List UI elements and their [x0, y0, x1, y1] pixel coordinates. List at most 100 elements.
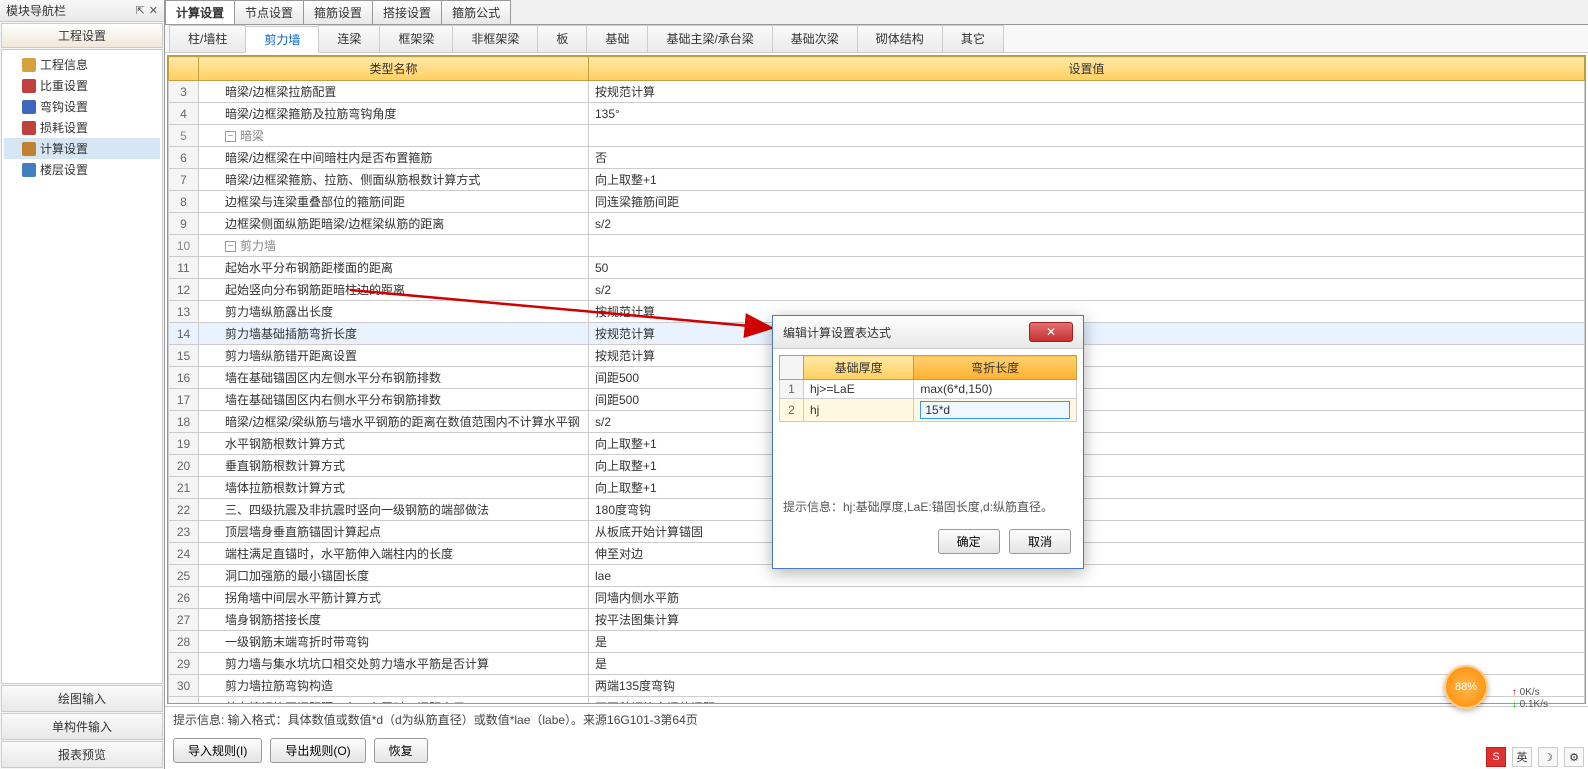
tab-sub-2[interactable]: 连梁: [318, 25, 380, 52]
row-value[interactable]: 按规范计算: [589, 301, 1585, 323]
row-value[interactable]: 不同种钢筋之间的间距: [589, 697, 1585, 705]
tab-top-1[interactable]: 节点设置: [234, 0, 304, 24]
grid-row-3[interactable]: 3暗梁/边框梁拉筋配置按规范计算: [169, 81, 1585, 103]
row-name[interactable]: 端柱满足直锚时，水平筋伸入端柱内的长度: [199, 543, 589, 565]
tree-item-0[interactable]: 工程信息: [4, 54, 160, 75]
bend-input[interactable]: 15*d: [920, 401, 1070, 419]
action-btn-1[interactable]: 导出规则(O): [270, 738, 365, 763]
sidebar-section-header[interactable]: 工程设置: [1, 23, 163, 48]
row-value[interactable]: s/2: [589, 411, 1585, 433]
row-name[interactable]: 暗梁/边框梁箍筋及拉筋弯钩角度: [199, 103, 589, 125]
row-name[interactable]: 边框梁与连梁重叠部位的箍筋间距: [199, 191, 589, 213]
tree-item-3[interactable]: 损耗设置: [4, 117, 160, 138]
tray-item-0[interactable]: S: [1486, 747, 1506, 767]
tray-item-1[interactable]: 英: [1512, 747, 1532, 767]
row-name[interactable]: 一级钢筋末端弯折时带弯钩: [199, 631, 589, 653]
grid-header-value[interactable]: 设置值: [589, 57, 1585, 81]
mini-grid-header-bend[interactable]: 弯折长度: [914, 356, 1077, 380]
sidebar-close-icon[interactable]: ✕: [149, 4, 158, 17]
row-name[interactable]: 剪力墙纵筋露出长度: [199, 301, 589, 323]
row-name[interactable]: 三、四级抗震及非抗震时竖向一级钢筋的端部做法: [199, 499, 589, 521]
grid-row-27[interactable]: 27墙身钢筋搭接长度按平法图集计算: [169, 609, 1585, 631]
row-value[interactable]: [589, 235, 1585, 257]
row-name[interactable]: 暗梁/边框梁箍筋、拉筋、侧面纵筋根数计算方式: [199, 169, 589, 191]
tab-top-0[interactable]: 计算设置: [165, 0, 235, 24]
grid-row-26[interactable]: 26拐角墙中间层水平筋计算方式同墙内侧水平筋: [169, 587, 1585, 609]
tree-item-4[interactable]: 计算设置: [4, 138, 160, 159]
row-value[interactable]: 同连梁箍筋间距: [589, 191, 1585, 213]
grid-row-10[interactable]: 10−剪力墙: [169, 235, 1585, 257]
row-name[interactable]: 洞口加强筋的最小锚固长度: [199, 565, 589, 587]
tab-sub-6[interactable]: 基础: [586, 25, 648, 52]
row-name[interactable]: 墙体拉筋根数计算方式: [199, 477, 589, 499]
grid-row-4[interactable]: 4暗梁/边框梁箍筋及拉筋弯钩角度135°: [169, 103, 1585, 125]
row-value[interactable]: 135°: [589, 103, 1585, 125]
row-name[interactable]: 墙在基础锚固区内右侧水平分布钢筋排数: [199, 389, 589, 411]
row-name[interactable]: 剪力墙基础插筋弯折长度: [199, 323, 589, 345]
row-value[interactable]: 向上取整+1: [589, 433, 1585, 455]
action-btn-0[interactable]: 导入规则(I): [173, 738, 262, 763]
row-value[interactable]: 向上取整+1: [589, 477, 1585, 499]
row-value[interactable]: 两端135度弯钩: [589, 675, 1585, 697]
row-value[interactable]: 是: [589, 631, 1585, 653]
row-value[interactable]: 按规范计算: [589, 345, 1585, 367]
row-value[interactable]: 是: [589, 653, 1585, 675]
dialog-cancel-button[interactable]: 取消: [1009, 529, 1071, 554]
mini-row-2[interactable]: 2hj15*d: [780, 399, 1077, 422]
grid-row-11[interactable]: 11起始水平分布钢筋距楼面的距离50: [169, 257, 1585, 279]
row-name[interactable]: 拐角墙中间层水平筋计算方式: [199, 587, 589, 609]
row-name[interactable]: −剪力墙: [199, 235, 589, 257]
grid-row-9[interactable]: 9边框梁侧面纵筋距暗梁/边框梁纵筋的距离s/2: [169, 213, 1585, 235]
tree-item-5[interactable]: 楼层设置: [4, 159, 160, 180]
row-value[interactable]: [589, 125, 1585, 147]
dialog-title-bar[interactable]: 编辑计算设置表达式 ✕: [773, 316, 1083, 349]
grid-row-30[interactable]: 30剪力墙拉筋弯钩构造两端135度弯钩: [169, 675, 1585, 697]
row-value[interactable]: 按规范计算: [589, 81, 1585, 103]
tab-top-2[interactable]: 箍筋设置: [303, 0, 373, 24]
tab-sub-1[interactable]: 剪力墙: [245, 26, 319, 53]
dialog-ok-button[interactable]: 确定: [938, 529, 1000, 554]
row-name[interactable]: 顶层墙身垂直筋锚固计算起点: [199, 521, 589, 543]
tab-sub-3[interactable]: 框架梁: [379, 25, 453, 52]
grid-row-28[interactable]: 28一级钢筋末端弯折时带弯钩是: [169, 631, 1585, 653]
tab-sub-4[interactable]: 非框架梁: [452, 25, 538, 52]
grid-row-29[interactable]: 29剪力墙与集水坑坑口相交处剪力墙水平筋是否计算是: [169, 653, 1585, 675]
grid-row-5[interactable]: 5−暗梁: [169, 125, 1585, 147]
row-value[interactable]: 从板底开始计算锚固: [589, 521, 1585, 543]
row-value[interactable]: 否: [589, 147, 1585, 169]
tab-sub-5[interactable]: 板: [537, 25, 587, 52]
row-value[interactable]: 50: [589, 257, 1585, 279]
tab-top-4[interactable]: 箍筋公式: [441, 0, 511, 24]
row-name[interactable]: 起始水平分布钢筋距楼面的距离: [199, 257, 589, 279]
row-value[interactable]: 间距500: [589, 367, 1585, 389]
grid-header-name[interactable]: 类型名称: [199, 57, 589, 81]
tree-item-2[interactable]: 弯钩设置: [4, 96, 160, 117]
row-value[interactable]: s/2: [589, 279, 1585, 301]
row-value[interactable]: 向上取整+1: [589, 455, 1585, 477]
grid-row-8[interactable]: 8边框梁与连梁重叠部位的箍筋间距同连梁箍筋间距: [169, 191, 1585, 213]
row-name[interactable]: 剪力墙纵筋错开距离设置: [199, 345, 589, 367]
row-name[interactable]: 剪力墙钢筋同间距隔一布一布置时，间距表示: [199, 697, 589, 705]
tree-item-1[interactable]: 比重设置: [4, 75, 160, 96]
mini-thickness-cell[interactable]: hj: [804, 399, 914, 422]
row-name[interactable]: 剪力墙拉筋弯钩构造: [199, 675, 589, 697]
tab-top-3[interactable]: 搭接设置: [372, 0, 442, 24]
grid-row-7[interactable]: 7暗梁/边框梁箍筋、拉筋、侧面纵筋根数计算方式向上取整+1: [169, 169, 1585, 191]
row-name[interactable]: 暗梁/边框梁拉筋配置: [199, 81, 589, 103]
row-name[interactable]: −暗梁: [199, 125, 589, 147]
row-value[interactable]: s/2: [589, 213, 1585, 235]
row-name[interactable]: 暗梁/边框梁在中间暗柱内是否布置箍筋: [199, 147, 589, 169]
tray-item-2[interactable]: ☽: [1538, 747, 1558, 767]
sidebar-bottom-1[interactable]: 单构件输入: [1, 713, 163, 740]
row-value[interactable]: 按规范计算: [589, 323, 1585, 345]
row-name[interactable]: 墙在基础锚固区内左侧水平分布钢筋排数: [199, 367, 589, 389]
dialog-close-button[interactable]: ✕: [1029, 322, 1073, 342]
row-name[interactable]: 暗梁/边框梁/梁纵筋与墙水平钢筋的距离在数值范围内不计算水平钢: [199, 411, 589, 433]
row-name[interactable]: 墙身钢筋搭接长度: [199, 609, 589, 631]
row-value[interactable]: 伸至对边: [589, 543, 1585, 565]
row-name[interactable]: 垂直钢筋根数计算方式: [199, 455, 589, 477]
row-value[interactable]: lae: [589, 565, 1585, 587]
row-name[interactable]: 剪力墙与集水坑坑口相交处剪力墙水平筋是否计算: [199, 653, 589, 675]
tab-sub-8[interactable]: 基础次梁: [772, 25, 858, 52]
grid-row-6[interactable]: 6暗梁/边框梁在中间暗柱内是否布置箍筋否: [169, 147, 1585, 169]
